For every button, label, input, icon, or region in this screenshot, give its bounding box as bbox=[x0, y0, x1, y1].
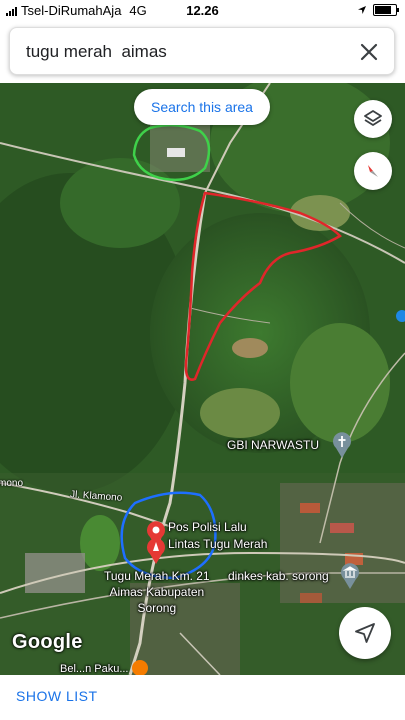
place-label-pos-polisi[interactable]: Pos Polisi Lalu Lintas Tugu Merah bbox=[168, 519, 267, 553]
place-label-tugu-merah[interactable]: Tugu Merah Km. 21 Aimas Kabupaten Sorong bbox=[104, 568, 210, 616]
close-icon bbox=[360, 43, 378, 61]
shop-icon[interactable] bbox=[132, 660, 148, 675]
compass-icon bbox=[368, 165, 378, 177]
location-arrow-icon bbox=[358, 6, 366, 14]
church-icon[interactable] bbox=[332, 432, 352, 458]
red-annotation-outline bbox=[184, 191, 342, 381]
place-label-gbi-narwastu[interactable]: GBI NARWASTU bbox=[227, 438, 319, 452]
my-location-button[interactable] bbox=[339, 607, 391, 659]
layers-icon bbox=[364, 110, 382, 126]
map-view[interactable]: Search this area GBI NARWASTU mono Jl. K… bbox=[0, 83, 405, 675]
tugu-merah-pin-icon[interactable] bbox=[146, 538, 166, 564]
map-marker-icon[interactable] bbox=[396, 310, 405, 328]
navigation-arrow-icon bbox=[355, 623, 375, 643]
status-bar: Tsel-DiRumahAja 4G 12.26 bbox=[0, 0, 405, 22]
search-this-area-button[interactable]: Search this area bbox=[134, 89, 270, 125]
show-list-button[interactable]: SHOW LIST bbox=[16, 688, 98, 704]
search-bar bbox=[9, 27, 395, 75]
status-time: 12.26 bbox=[186, 3, 219, 18]
layers-button[interactable] bbox=[354, 100, 392, 138]
status-right bbox=[357, 4, 399, 16]
search-input[interactable] bbox=[26, 38, 346, 66]
government-building-icon[interactable] bbox=[340, 563, 360, 589]
battery-icon bbox=[373, 4, 399, 16]
facility-icon bbox=[167, 148, 185, 157]
bottom-bar: SHOW LIST bbox=[0, 675, 405, 720]
place-label-dinkes[interactable]: dinkes kab. sorong bbox=[228, 569, 329, 583]
road-label-mono: mono bbox=[0, 478, 24, 489]
google-logo: Google bbox=[12, 631, 83, 653]
compass-button[interactable] bbox=[354, 152, 392, 190]
clear-search-button[interactable] bbox=[354, 37, 384, 67]
partial-place-label: Bel...n Paku... bbox=[60, 663, 129, 675]
